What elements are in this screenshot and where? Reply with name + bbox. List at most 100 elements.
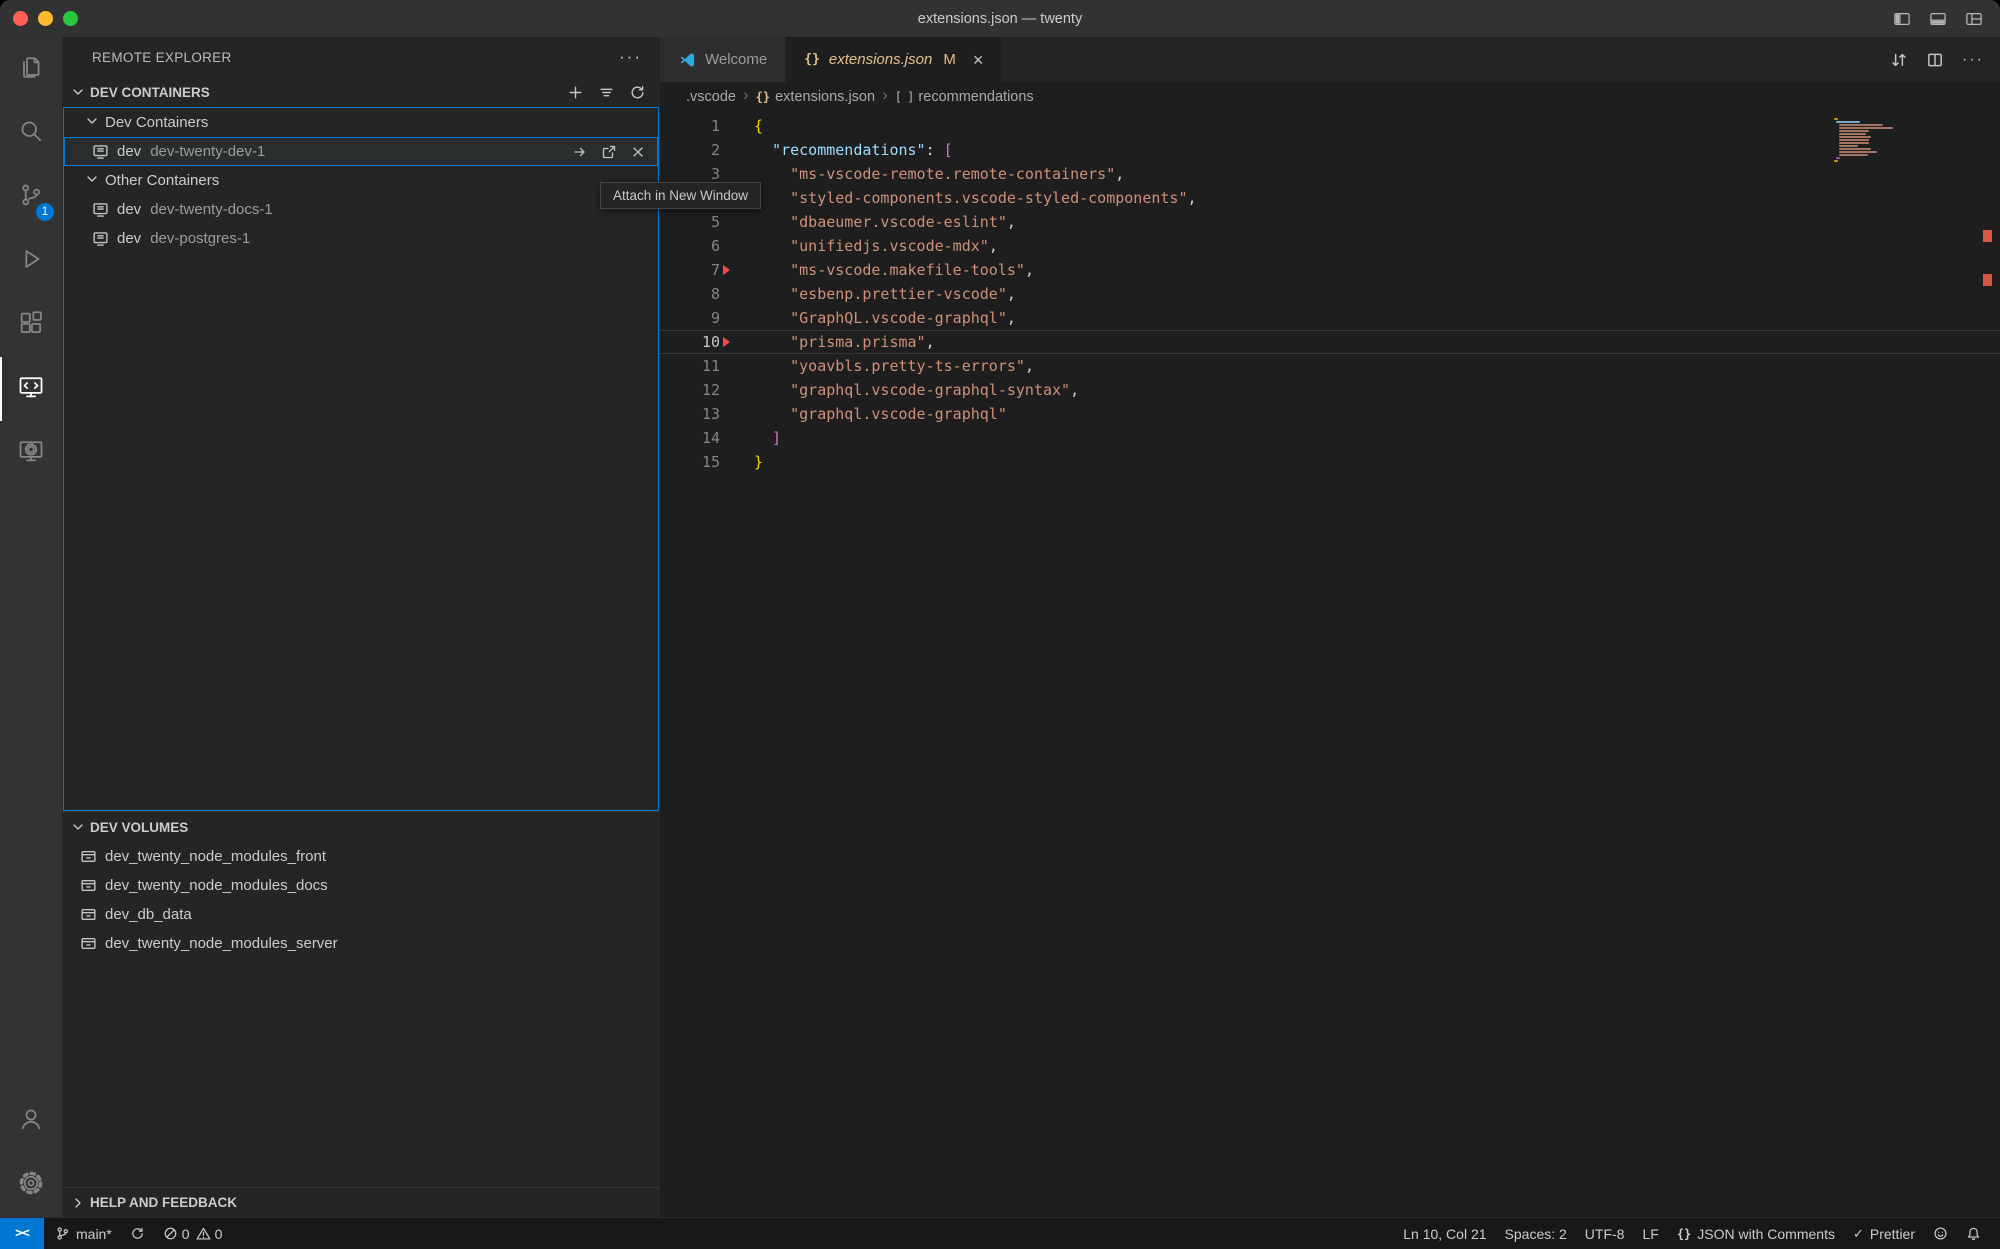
cursor-position-button[interactable]: Ln 10, Col 21: [1394, 1218, 1495, 1249]
dev-containers-header-label: DEV CONTAINERS: [90, 85, 210, 100]
code-line-5[interactable]: 5 "dbaeumer.vscode-eslint",: [660, 210, 2000, 234]
breadcrumb-label: .vscode: [686, 89, 736, 105]
status-left: main* 0 0: [44, 1218, 231, 1249]
breadcrumb-label: recommendations: [918, 89, 1033, 105]
language-mode-button[interactable]: {} JSON with Comments: [1668, 1218, 1844, 1249]
sidebar-item-search[interactable]: [0, 101, 62, 165]
code-text: "unifiedjs.vscode-mdx",: [754, 234, 998, 258]
sidebar-item-source-control[interactable]: 1: [0, 165, 62, 229]
plus-icon[interactable]: [567, 84, 584, 101]
dev-volumes-section-header[interactable]: DEV VOLUMES: [62, 812, 660, 842]
code-line-15[interactable]: 15}: [660, 450, 2000, 474]
indentation-button[interactable]: Spaces: 2: [1496, 1218, 1576, 1249]
problems-button[interactable]: 0 0: [154, 1218, 232, 1249]
vscode-logo-icon: [678, 51, 696, 69]
sidebar-item-extensions[interactable]: [0, 293, 62, 357]
toggle-sidebar-icon[interactable]: [1892, 9, 1912, 29]
minimap[interactable]: [1834, 118, 1984, 163]
breadcrumb-folder[interactable]: .vscode: [686, 89, 736, 105]
sidebar-item-remote-explorer[interactable]: [0, 357, 62, 421]
code-editor[interactable]: 1{2 "recommendations": [3 "ms-vscode-rem…: [660, 112, 2000, 1217]
code-line-8[interactable]: 8 "esbenp.prettier-vscode",: [660, 282, 2000, 306]
code-line-11[interactable]: 11 "yoavbls.pretty-ts-errors",: [660, 354, 2000, 378]
encoding-button[interactable]: UTF-8: [1576, 1218, 1634, 1249]
overview-ruler-mark: [1983, 274, 1992, 286]
filter-icon[interactable]: [598, 84, 615, 101]
container-item-dev-twenty-dev-1[interactable]: devdev-twenty-dev-1: [64, 137, 658, 166]
code-text: "recommendations": [: [754, 138, 953, 162]
container-item-dev-twenty-docs-1[interactable]: devdev-twenty-docs-1: [64, 195, 658, 224]
code-line-9[interactable]: 9 "GraphQL.vscode-graphql",: [660, 306, 2000, 330]
sidebar-item-run-debug[interactable]: [0, 229, 62, 293]
tree-group-other-containers[interactable]: Other Containers: [64, 166, 658, 195]
code-text: "GraphQL.vscode-graphql",: [754, 306, 1016, 330]
volume-item-dev_db_data[interactable]: dev_db_data: [62, 900, 660, 929]
sync-button[interactable]: [121, 1218, 154, 1249]
code-line-13[interactable]: 13 "graphql.vscode-graphql": [660, 402, 2000, 426]
volume-icon: [80, 848, 97, 865]
remove-button[interactable]: [630, 144, 646, 160]
notifications-button[interactable]: [1957, 1218, 1990, 1249]
git-branch-icon: [55, 1226, 70, 1241]
feedback-button[interactable]: [1924, 1218, 1957, 1249]
formatter-button[interactable]: ✓ Prettier: [1844, 1218, 1924, 1249]
minimize-window-button[interactable]: [38, 11, 53, 26]
sidebar-item-dev-containers[interactable]: [0, 421, 62, 485]
sidebar-item-accounts[interactable]: [0, 1089, 62, 1153]
code-text: "yoavbls.pretty-ts-errors",: [754, 354, 1034, 378]
code-line-1[interactable]: 1{: [660, 114, 2000, 138]
remote-indicator-button[interactable]: ><: [0, 1218, 44, 1249]
code-text: "prisma.prisma",: [754, 330, 935, 354]
zoom-window-button[interactable]: [63, 11, 78, 26]
more-actions-icon[interactable]: ···: [1962, 51, 1984, 69]
volume-item-dev_twenty_node_modules_server[interactable]: dev_twenty_node_modules_server: [62, 929, 660, 958]
container-item-dev-postgres-1[interactable]: devdev-postgres-1: [64, 224, 658, 253]
breadcrumb-file[interactable]: {} extensions.json: [756, 89, 875, 105]
close-tab-icon[interactable]: ×: [973, 51, 984, 69]
titlebar-actions: [1892, 9, 2000, 29]
code-line-10[interactable]: 10 "prisma.prisma",: [660, 330, 2000, 354]
code-line-7[interactable]: 7 "ms-vscode.makefile-tools",: [660, 258, 2000, 282]
code-line-2[interactable]: 2 "recommendations": [: [660, 138, 2000, 162]
gutter: [720, 450, 754, 474]
sidebar-item-settings[interactable]: [0, 1153, 62, 1217]
volume-item-dev_twenty_node_modules_front[interactable]: dev_twenty_node_modules_front: [62, 842, 660, 871]
git-branch-button[interactable]: main*: [46, 1218, 121, 1249]
code-line-6[interactable]: 6 "unifiedjs.vscode-mdx",: [660, 234, 2000, 258]
dev-containers-section-header[interactable]: DEV CONTAINERS: [62, 77, 660, 107]
tab-welcome[interactable]: Welcome: [660, 37, 786, 82]
toggle-panel-icon[interactable]: [1928, 9, 1948, 29]
open-changes-icon[interactable]: [1890, 51, 1908, 69]
tree-group-dev-containers[interactable]: Dev Containers: [64, 108, 658, 137]
sidebar-pane-header: REMOTE EXPLORER ···: [62, 37, 660, 77]
volume-item-dev_twenty_node_modules_docs[interactable]: dev_twenty_node_modules_docs: [62, 871, 660, 900]
code-line-4[interactable]: 4 "styled-components.vscode-styled-compo…: [660, 186, 2000, 210]
attach-new-window-button[interactable]: [601, 144, 617, 160]
sidebar-item-explorer[interactable]: [0, 37, 62, 101]
tab-extensions-json[interactable]: {} extensions.json M ×: [786, 37, 1002, 82]
code-line-12[interactable]: 12 "graphql.vscode-graphql-syntax",: [660, 378, 2000, 402]
more-actions-icon[interactable]: ···: [619, 47, 642, 67]
errors-icon: [163, 1226, 178, 1241]
code-line-3[interactable]: 3 "ms-vscode-remote.remote-containers",: [660, 162, 2000, 186]
volume-name: dev_twenty_node_modules_front: [105, 848, 326, 865]
code-text: "ms-vscode.makefile-tools",: [754, 258, 1034, 282]
activity-bar: 1: [0, 37, 62, 1217]
breadcrumb-symbol[interactable]: [ ] recommendations: [895, 89, 1034, 105]
refresh-icon[interactable]: [629, 84, 646, 101]
code-text: "esbenp.prettier-vscode",: [754, 282, 1016, 306]
attach-button[interactable]: [572, 144, 588, 160]
close-window-button[interactable]: [13, 11, 28, 26]
customize-layout-icon[interactable]: [1964, 9, 1984, 29]
help-feedback-section-header[interactable]: HELP AND FEEDBACK: [62, 1187, 660, 1217]
split-editor-icon[interactable]: [1926, 51, 1944, 69]
line-number: 8: [680, 282, 720, 306]
code-line-14[interactable]: 14 ]: [660, 426, 2000, 450]
tab-label: Welcome: [705, 51, 767, 68]
gutter: [720, 138, 754, 162]
check-icon: ✓: [1853, 1226, 1864, 1242]
line-number: 7: [680, 258, 720, 282]
tree-group-label: Other Containers: [105, 172, 219, 189]
chevron-right-icon: [70, 1195, 86, 1211]
eol-button[interactable]: LF: [1633, 1218, 1667, 1249]
